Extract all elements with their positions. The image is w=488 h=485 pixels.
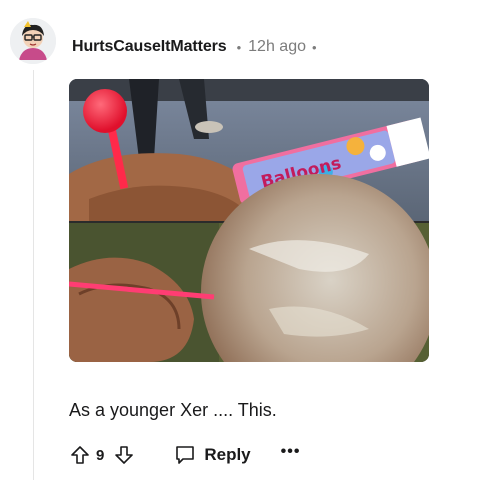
comment-body: As a younger Xer .... This. [69,400,277,420]
comment-image[interactable]: Balloons [69,79,429,362]
thread-line [33,70,34,480]
balloon-photo: Balloons [69,79,429,362]
comment-actions: 9 Reply ••• [66,440,300,470]
comment-meta: HurtsCauseItMatters • 12h ago • [72,38,317,56]
speech-bubble-icon [176,446,195,464]
vote-count: 9 [96,446,105,464]
separator-dot: • [312,39,317,55]
downvote-arrow-icon[interactable] [110,441,138,469]
upvote-arrow-icon[interactable] [66,441,94,469]
reply-button[interactable]: Reply [174,444,251,466]
avatar[interactable] [10,18,56,64]
avatar-image [10,18,56,64]
timestamp[interactable]: 12h ago [248,38,306,56]
more-options-button[interactable]: ••• [281,444,301,460]
separator-dot: • [236,39,242,55]
username[interactable]: HurtsCauseItMatters [72,38,227,56]
reply-label: Reply [204,445,251,464]
